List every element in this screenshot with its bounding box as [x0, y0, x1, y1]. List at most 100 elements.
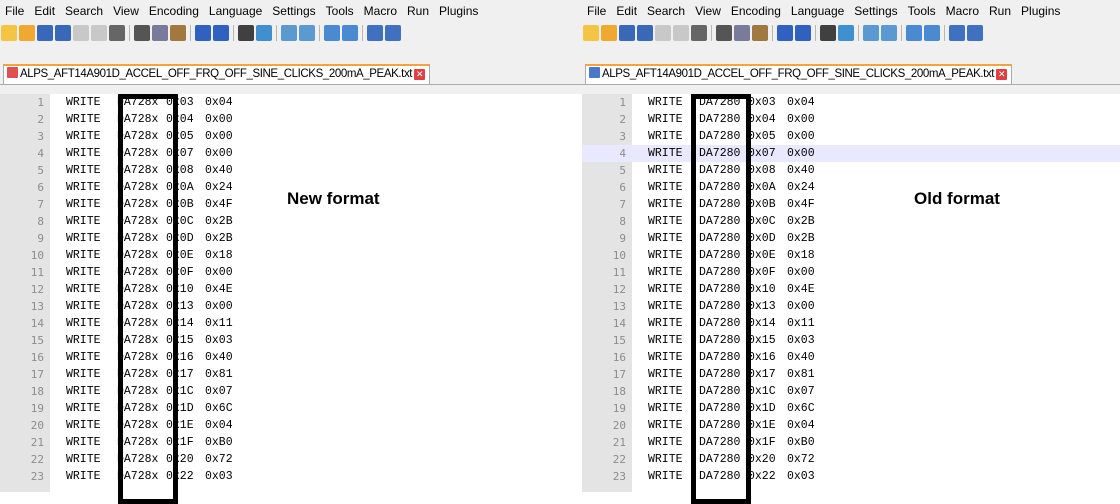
code-line[interactable]: 13 WRITE DA7280 0x13 0x00 — [582, 298, 1120, 315]
sync-horizontal-icon[interactable] — [924, 25, 940, 41]
save-all-icon[interactable] — [55, 25, 71, 41]
code-line[interactable]: 22 WRITE DA7280 0x20 0x72 — [582, 451, 1120, 468]
menu-settings[interactable]: Settings — [849, 0, 902, 22]
save-all-icon[interactable] — [637, 25, 653, 41]
save-icon[interactable] — [37, 25, 53, 41]
code-line[interactable]: 17 WRITE DA7280 0x17 0x81 — [582, 366, 1120, 383]
code-line[interactable]: 3 WRITE DA7280 0x05 0x00 — [582, 128, 1120, 145]
code-line[interactable]: 19 WRITE DA728x 0x1D 0x6C — [0, 400, 582, 417]
code-line[interactable]: 22 WRITE DA728x 0x20 0x72 — [0, 451, 582, 468]
undo-icon[interactable] — [777, 25, 793, 41]
menu-tools[interactable]: Tools — [903, 0, 941, 22]
file-tab[interactable]: ALPS_AFT14A901D_ACCEL_OFF_FRQ_OFF_SINE_C… — [3, 64, 431, 84]
sync-vertical-icon[interactable] — [906, 25, 922, 41]
open-file-icon[interactable] — [601, 25, 617, 41]
code-line[interactable]: 12 WRITE DA7280 0x10 0x4E — [582, 281, 1120, 298]
code-line[interactable]: 7 WRITE DA7280 0x0B 0x4F — [582, 196, 1120, 213]
menu-run[interactable]: Run — [402, 0, 434, 22]
editor-area[interactable]: 1 WRITE DA728x 0x03 0x04 2 WRITE DA728x 0x04 0x00… — [0, 94, 582, 492]
code-line[interactable]: 17 WRITE DA728x 0x17 0x81 — [0, 366, 582, 383]
code-line[interactable]: 19 WRITE DA7280 0x1D 0x6C — [582, 400, 1120, 417]
menu-settings[interactable]: Settings — [267, 0, 320, 22]
code-line[interactable]: 3 WRITE DA728x 0x05 0x00 — [0, 128, 582, 145]
code-line[interactable]: 2 WRITE DA7280 0x04 0x00 — [582, 111, 1120, 128]
close-tab-icon[interactable]: ✕ — [414, 69, 426, 80]
code-line[interactable]: 16 WRITE DA728x 0x16 0x40 — [0, 349, 582, 366]
redo-icon[interactable] — [795, 25, 811, 41]
sync-horizontal-icon[interactable] — [342, 25, 358, 41]
menu-file[interactable]: File — [582, 0, 611, 22]
menu-encoding[interactable]: Encoding — [726, 0, 786, 22]
code-line[interactable]: 11 WRITE DA7280 0x0F 0x00 — [582, 264, 1120, 281]
code-line[interactable]: 9 WRITE DA728x 0x0D 0x2B — [0, 230, 582, 247]
menu-tools[interactable]: Tools — [321, 0, 359, 22]
copy-icon[interactable] — [734, 25, 750, 41]
code-line[interactable]: 21 WRITE DA7280 0x1F 0xB0 — [582, 434, 1120, 451]
show-all-chars-icon[interactable] — [385, 25, 401, 41]
menu-language[interactable]: Language — [786, 0, 849, 22]
menu-plugins[interactable]: Plugins — [1016, 0, 1065, 22]
code-line[interactable]: 5 WRITE DA728x 0x08 0x40 — [0, 162, 582, 179]
replace-icon[interactable] — [256, 25, 272, 41]
copy-icon[interactable] — [152, 25, 168, 41]
replace-icon[interactable] — [838, 25, 854, 41]
code-line[interactable]: 2 WRITE DA728x 0x04 0x00 — [0, 111, 582, 128]
code-line[interactable]: 20 WRITE DA7280 0x1E 0x04 — [582, 417, 1120, 434]
code-line[interactable]: 14 WRITE DA7280 0x14 0x11 — [582, 315, 1120, 332]
code-line[interactable]: 14 WRITE DA728x 0x14 0x11 — [0, 315, 582, 332]
close-icon[interactable] — [73, 25, 89, 41]
code-line[interactable]: 8 WRITE DA7280 0x0C 0x2B — [582, 213, 1120, 230]
code-line[interactable]: 18 WRITE DA728x 0x1C 0x07 — [0, 383, 582, 400]
code-line[interactable]: 15 WRITE DA728x 0x15 0x03 — [0, 332, 582, 349]
close-all-icon[interactable] — [91, 25, 107, 41]
new-file-icon[interactable] — [583, 25, 599, 41]
code-line[interactable]: 23 WRITE DA728x 0x22 0x03 — [0, 468, 582, 485]
zoom-in-icon[interactable] — [863, 25, 879, 41]
print-icon[interactable] — [109, 25, 125, 41]
find-icon[interactable] — [238, 25, 254, 41]
file-tab[interactable]: ALPS_AFT14A901D_ACCEL_OFF_FRQ_OFF_SINE_C… — [585, 64, 1013, 84]
zoom-out-icon[interactable] — [299, 25, 315, 41]
code-line[interactable]: 4 WRITE DA728x 0x07 0x00 — [0, 145, 582, 162]
find-icon[interactable] — [820, 25, 836, 41]
undo-icon[interactable] — [195, 25, 211, 41]
code-line[interactable]: 8 WRITE DA728x 0x0C 0x2B — [0, 213, 582, 230]
new-file-icon[interactable] — [1, 25, 17, 41]
zoom-out-icon[interactable] — [881, 25, 897, 41]
cut-icon[interactable] — [716, 25, 732, 41]
show-all-chars-icon[interactable] — [967, 25, 983, 41]
menu-file[interactable]: File — [0, 0, 29, 22]
code-line[interactable]: 12 WRITE DA728x 0x10 0x4E — [0, 281, 582, 298]
code-line[interactable]: 10 WRITE DA7280 0x0E 0x18 — [582, 247, 1120, 264]
menu-macro[interactable]: Macro — [941, 0, 984, 22]
menu-encoding[interactable]: Encoding — [144, 0, 204, 22]
code-line[interactable]: 23 WRITE DA7280 0x22 0x03 — [582, 468, 1120, 485]
code-line[interactable]: 1 WRITE DA728x 0x03 0x04 — [0, 94, 582, 111]
code-line[interactable]: 4 WRITE DA7280 0x07 0x00 — [582, 145, 1120, 162]
code-line[interactable]: 1 WRITE DA7280 0x03 0x04 — [582, 94, 1120, 111]
menu-edit[interactable]: Edit — [29, 0, 60, 22]
code-line[interactable]: 16 WRITE DA7280 0x16 0x40 — [582, 349, 1120, 366]
redo-icon[interactable] — [213, 25, 229, 41]
code-line[interactable]: 5 WRITE DA7280 0x08 0x40 — [582, 162, 1120, 179]
word-wrap-icon[interactable] — [949, 25, 965, 41]
code-line[interactable]: 21 WRITE DA728x 0x1F 0xB0 — [0, 434, 582, 451]
editor-area[interactable]: 1 WRITE DA7280 0x03 0x04 2 WRITE DA7280 0x04 0x00… — [582, 94, 1120, 492]
menu-search[interactable]: Search — [60, 0, 108, 22]
code-line[interactable]: 10 WRITE DA728x 0x0E 0x18 — [0, 247, 582, 264]
menu-language[interactable]: Language — [204, 0, 267, 22]
code-line[interactable]: 6 WRITE DA7280 0x0A 0x24 — [582, 179, 1120, 196]
paste-icon[interactable] — [752, 25, 768, 41]
close-tab-icon[interactable]: ✕ — [996, 69, 1008, 80]
menu-view[interactable]: View — [108, 0, 144, 22]
menu-plugins[interactable]: Plugins — [434, 0, 483, 22]
menu-view[interactable]: View — [690, 0, 726, 22]
code-line[interactable]: 18 WRITE DA7280 0x1C 0x07 — [582, 383, 1120, 400]
sync-vertical-icon[interactable] — [324, 25, 340, 41]
cut-icon[interactable] — [134, 25, 150, 41]
save-icon[interactable] — [619, 25, 635, 41]
word-wrap-icon[interactable] — [367, 25, 383, 41]
code-line[interactable]: 11 WRITE DA728x 0x0F 0x00 — [0, 264, 582, 281]
menu-run[interactable]: Run — [984, 0, 1016, 22]
open-file-icon[interactable] — [19, 25, 35, 41]
